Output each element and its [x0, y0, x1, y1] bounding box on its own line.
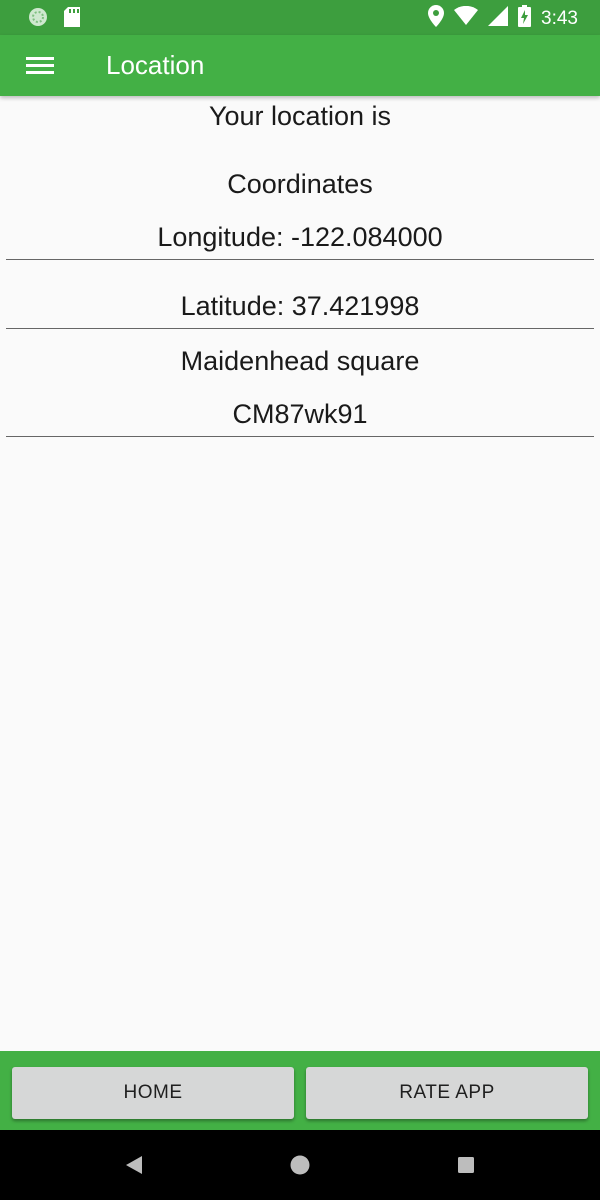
maidenhead-label: Maidenhead square	[180, 346, 420, 376]
sync-icon	[28, 7, 48, 32]
home-circle-icon[interactable]	[260, 1130, 340, 1200]
location-pin-icon	[428, 5, 445, 33]
latitude-value: Latitude: 37.421998	[180, 291, 420, 321]
sd-card-icon	[64, 7, 80, 32]
page-title: Location	[106, 50, 205, 80]
maidenhead-value: CM87wk91	[232, 399, 368, 429]
wifi-icon	[454, 5, 479, 32]
longitude-value: Longitude: -122.084000	[157, 222, 443, 252]
back-triangle-icon[interactable]	[94, 1130, 174, 1200]
system-nav-bar	[0, 1130, 600, 1200]
hamburger-menu-icon[interactable]	[26, 54, 56, 78]
divider	[6, 328, 594, 329]
button-bar: HOME RATE APP	[0, 1051, 600, 1130]
home-button[interactable]: HOME	[12, 1067, 294, 1119]
app-bar: Location	[0, 35, 600, 96]
screen: 3:43 Location Your location is Coordinat…	[0, 0, 600, 1200]
coordinates-label: Coordinates	[227, 169, 373, 199]
recents-square-icon[interactable]	[426, 1130, 506, 1200]
location-heading: Your location is	[208, 101, 392, 131]
battery-charging-icon	[518, 5, 532, 33]
divider	[6, 436, 594, 437]
divider	[6, 259, 594, 260]
signal-icon	[488, 6, 509, 32]
rate-app-button[interactable]: RATE APP	[306, 1067, 588, 1119]
status-bar: 3:43	[0, 0, 600, 35]
status-time: 3:43	[541, 8, 578, 29]
